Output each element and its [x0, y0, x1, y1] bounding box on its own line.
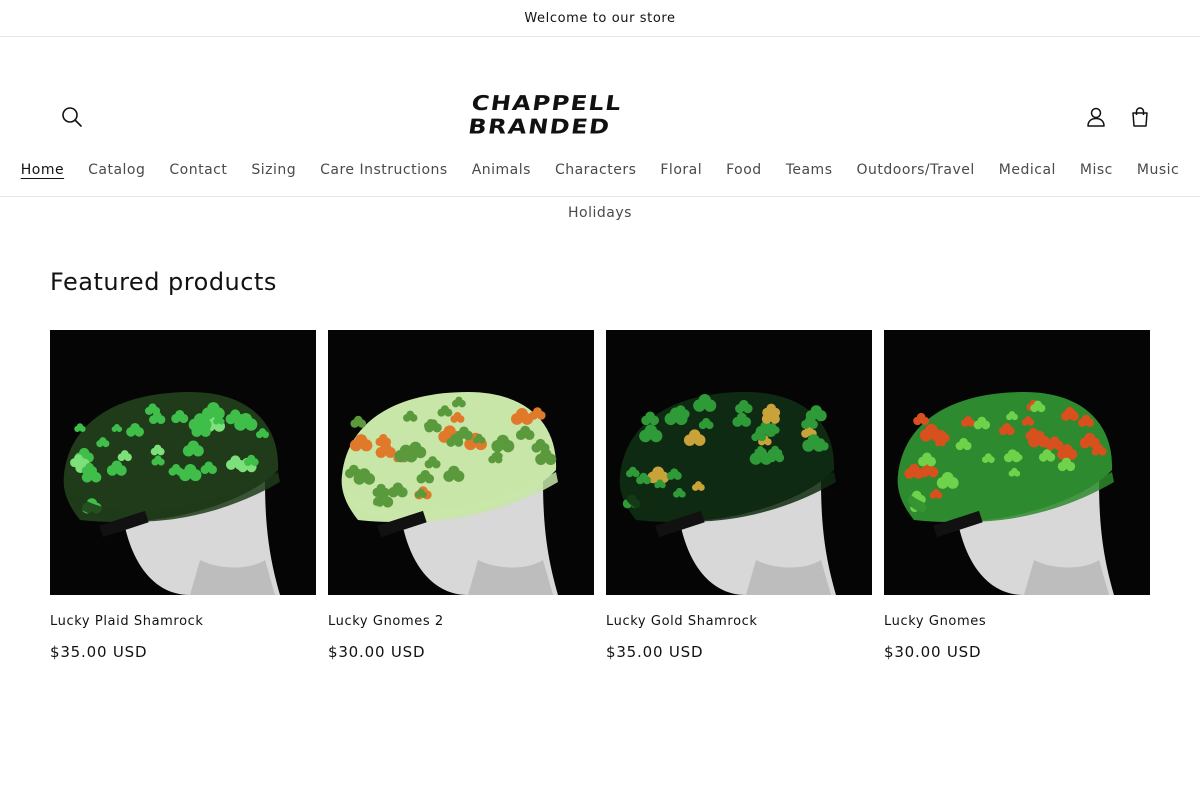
product-title[interactable]: Lucky Gnomes	[884, 613, 1150, 631]
nav-item-music[interactable]: Music	[1125, 159, 1191, 181]
account-button[interactable]	[1080, 101, 1112, 133]
nav-item-sizing[interactable]: Sizing	[239, 159, 308, 181]
product-price: $30.00 USD	[328, 643, 426, 661]
product-title[interactable]: Lucky Gnomes 2	[328, 613, 594, 631]
product-image[interactable]	[50, 330, 316, 595]
scrub-cap-image	[897, 392, 1114, 595]
nav-item-home[interactable]: Home	[9, 159, 76, 181]
featured-section: Featured products	[50, 268, 1150, 296]
nav-item-contact[interactable]: Contact	[157, 159, 239, 181]
announcement-bar: Welcome to our store	[0, 0, 1200, 37]
nav-item-catalog[interactable]: Catalog	[76, 159, 157, 181]
nav-item-misc[interactable]: Misc	[1068, 159, 1125, 181]
cart-icon	[1132, 107, 1148, 127]
nav-item-floral[interactable]: Floral	[648, 159, 714, 181]
product-price: $35.00 USD	[606, 643, 704, 661]
nav-item-outdoors-travel[interactable]: Outdoors/Travel	[844, 159, 986, 181]
product-image[interactable]	[884, 330, 1150, 595]
product-price: $35.00 USD	[50, 643, 148, 661]
scrub-cap-image	[619, 392, 836, 595]
announcement-text: Welcome to our store	[524, 10, 676, 26]
main-nav: Home Catalog Contact Sizing Care Instruc…	[0, 159, 1200, 181]
product-card[interactable]: Lucky Plaid Shamrock $35.00 USD	[50, 330, 316, 661]
search-icon	[62, 107, 82, 127]
cart-button[interactable]	[1124, 101, 1156, 133]
nav-item-food[interactable]: Food	[714, 159, 774, 181]
main-nav-row-2: Holidays	[0, 202, 1200, 224]
product-card[interactable]: Lucky Gnomes $30.00 USD	[884, 330, 1150, 661]
nav-item-holidays[interactable]: Holidays	[556, 202, 644, 224]
product-title[interactable]: Lucky Plaid Shamrock	[50, 613, 316, 631]
account-icon	[1087, 107, 1105, 127]
search-button[interactable]	[56, 101, 88, 133]
store-logo[interactable]: Chappell Branded	[467, 91, 730, 139]
product-card[interactable]: Lucky Gnomes 2 $30.00 USD	[328, 330, 594, 661]
scrub-cap-image	[341, 392, 558, 595]
scrub-cap-image	[63, 392, 280, 595]
nav-item-medical[interactable]: Medical	[987, 159, 1068, 181]
product-image[interactable]	[328, 330, 594, 595]
nav-item-animals[interactable]: Animals	[460, 159, 543, 181]
nav-item-care-instructions[interactable]: Care Instructions	[308, 159, 460, 181]
product-price: $30.00 USD	[884, 643, 982, 661]
product-image[interactable]	[606, 330, 872, 595]
product-card[interactable]: Lucky Gold Shamrock $35.00 USD	[606, 330, 872, 661]
product-title[interactable]: Lucky Gold Shamrock	[606, 613, 872, 631]
product-grid: Lucky Plaid Shamrock $35.00 USD Lucky Gn…	[50, 330, 1150, 661]
section-title: Featured products	[50, 268, 277, 296]
nav-item-teams[interactable]: Teams	[774, 159, 845, 181]
logo-text: Chappell Branded	[466, 91, 624, 139]
nav-item-characters[interactable]: Characters	[543, 159, 648, 181]
site-header: Chappell Branded Home Catalog Contact Si…	[0, 37, 1200, 221]
